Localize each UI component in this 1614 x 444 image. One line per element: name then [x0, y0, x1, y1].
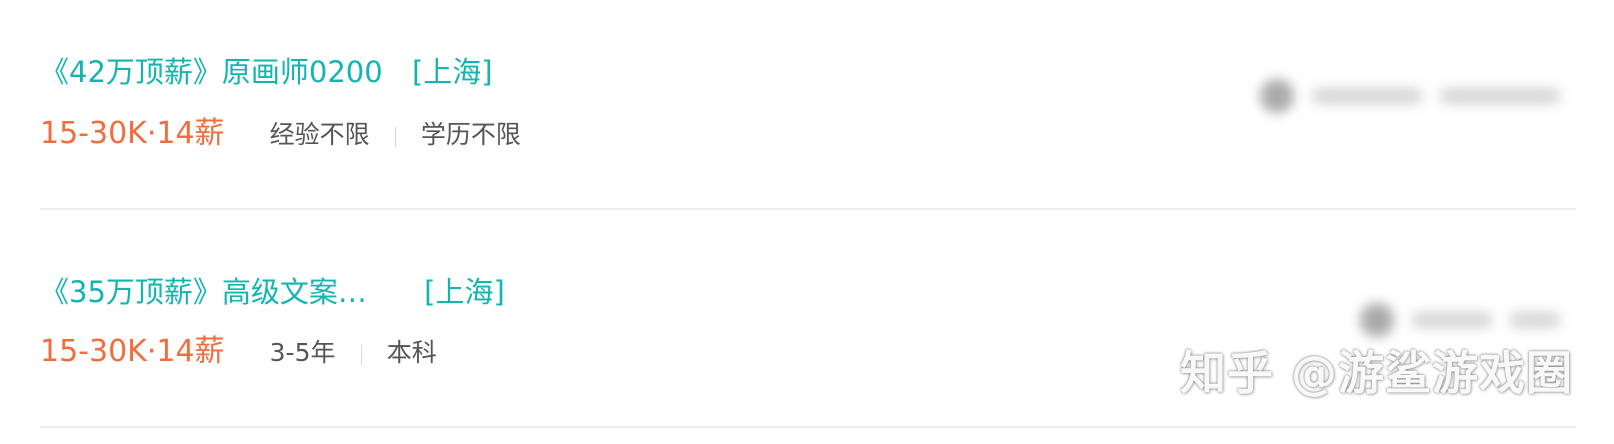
tag-divider — [394, 126, 396, 147]
company-detail-blurred — [1440, 88, 1560, 104]
job-education-tag: 学历不限 — [420, 120, 521, 149]
company-detail-blurred — [1510, 312, 1560, 328]
job-title-row[interactable]: 《42万顶薪》原画师0200 [上海] — [40, 52, 493, 92]
company-logo — [1260, 79, 1294, 113]
company-info-blurred[interactable] — [1360, 298, 1560, 342]
company-name-blurred — [1412, 312, 1492, 328]
job-title[interactable]: 《42万顶薪》原画师0200 — [40, 52, 383, 92]
watermark: 知乎 @游鲨游戏圈 — [1180, 346, 1574, 400]
job-meta-row: 15-30K·14薪 经验不限 学历不限 — [40, 114, 521, 154]
job-salary: 15-30K·14薪 — [40, 334, 225, 369]
job-meta-row: 15-30K·14薪 3-5年 本科 — [40, 332, 437, 372]
job-experience-tag: 3-5年 — [269, 338, 336, 367]
company-name-blurred — [1312, 88, 1422, 104]
job-title-row[interactable]: 《35万顶薪》高级文案… [上海] — [40, 272, 505, 312]
job-location: [上海] — [424, 275, 505, 309]
job-location: [上海] — [411, 55, 493, 89]
company-logo — [1360, 303, 1394, 337]
job-item[interactable]: 《42万顶薪》原画师0200 [上海] 15-30K·14薪 经验不限 学历不限 — [40, 0, 1576, 210]
job-salary: 15-30K·14薪 — [40, 116, 225, 151]
job-title[interactable]: 《35万顶薪》高级文案… — [40, 272, 367, 312]
job-experience-tag: 经验不限 — [269, 120, 370, 149]
tag-divider — [360, 344, 362, 365]
company-info-blurred[interactable] — [1260, 74, 1560, 118]
job-education-tag: 本科 — [386, 338, 437, 367]
